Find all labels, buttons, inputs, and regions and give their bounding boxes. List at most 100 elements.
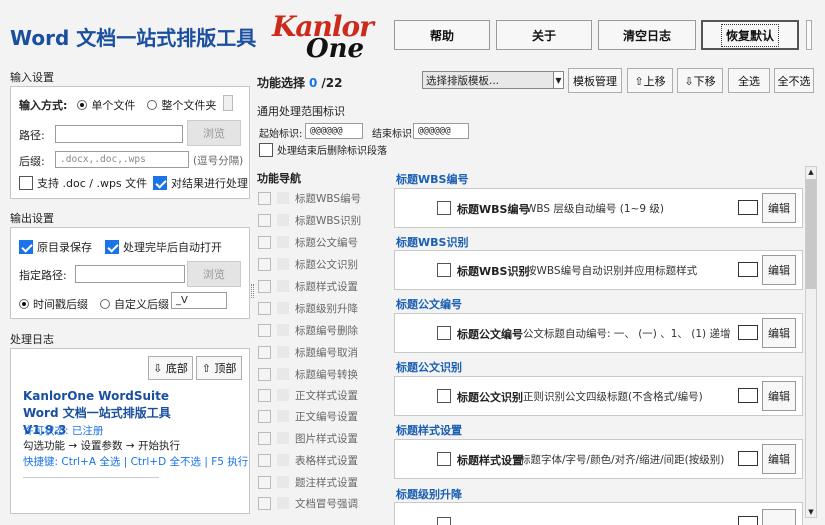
move-down-button[interactable]: ⇩下移 — [677, 68, 723, 93]
nav-checkbox[interactable] — [258, 191, 271, 205]
scroll-down-icon[interactable]: ▼ — [806, 507, 816, 517]
function-desc: 正则识别公文四级标题(不含格式/编号) — [523, 391, 703, 403]
log-license-line: 许可状态: 已注册 — [23, 425, 104, 437]
edit-button[interactable]: 编辑 — [762, 255, 796, 285]
nav-item[interactable]: 标题编号取消 — [258, 342, 384, 362]
nav-item[interactable]: 标题编号删除 — [258, 320, 384, 340]
custom-suffix-label[interactable]: 自定义后缀 — [114, 296, 169, 312]
function-checkbox[interactable] — [437, 452, 451, 466]
function-checkbox[interactable] — [437, 517, 451, 525]
nav-item[interactable]: 正文编号设置 — [258, 406, 384, 426]
function-toggle[interactable] — [738, 262, 758, 277]
scroll-bottom-button[interactable]: ⇩ 底部 — [148, 356, 193, 380]
nav-checkbox[interactable] — [258, 409, 271, 423]
nav-checkbox[interactable] — [258, 213, 271, 227]
whole-folder-label[interactable]: 整个文件夹 — [161, 97, 216, 113]
suffix-input[interactable]: .docx,.doc,.wps — [55, 151, 189, 168]
nav-checkbox[interactable] — [258, 475, 271, 489]
process-result-checkbox[interactable] — [153, 176, 167, 190]
nav-checkbox[interactable] — [258, 345, 271, 359]
single-file-label[interactable]: 单个文件 — [91, 97, 135, 113]
function-toggle[interactable] — [738, 325, 758, 340]
nav-item[interactable]: 题注样式设置 — [258, 472, 384, 492]
function-name: 标题公文编号 — [457, 328, 523, 341]
edit-button[interactable]: 编辑 — [762, 444, 796, 474]
restore-default-button[interactable]: 恢复默认 — [701, 20, 799, 50]
nav-checkbox[interactable] — [258, 235, 271, 249]
edit-button[interactable] — [762, 509, 796, 525]
keep-dir-checkbox[interactable] — [19, 240, 33, 254]
nav-checkbox[interactable] — [258, 453, 271, 467]
function-checkbox[interactable] — [437, 263, 451, 277]
output-settings-title: 输出设置 — [10, 212, 54, 225]
move-up-button[interactable]: ⇧上移 — [627, 68, 673, 93]
select-all-button[interactable]: 全选 — [728, 68, 770, 93]
delete-marks-checkbox[interactable] — [259, 142, 273, 157]
path-input[interactable] — [55, 125, 183, 143]
nav-checkbox[interactable] — [258, 367, 271, 381]
nav-item[interactable]: 标题WBS识别 — [258, 210, 384, 230]
function-name: 标题样式设置 — [457, 454, 523, 467]
nav-item[interactable]: 标题编号转换 — [258, 364, 384, 384]
help-button[interactable]: 帮助 — [394, 20, 490, 50]
edit-button[interactable]: 编辑 — [762, 381, 796, 411]
template-select-value: 选择排版模板... — [426, 74, 500, 87]
nav-item[interactable]: 标题WBS编号 — [258, 188, 384, 208]
edit-button[interactable]: 编辑 — [762, 193, 796, 223]
support-doc-checkbox[interactable] — [19, 176, 33, 190]
nav-checkbox[interactable] — [258, 496, 271, 510]
whole-folder-radio[interactable] — [147, 100, 158, 110]
scroll-thumb[interactable] — [806, 179, 816, 289]
nav-item[interactable]: 文档冒号强调 — [258, 493, 384, 513]
clear-log-button[interactable]: 清空日志 — [598, 20, 696, 50]
nav-item[interactable]: 表格样式设置 — [258, 450, 384, 470]
panel-splitter[interactable] — [251, 284, 254, 298]
nav-item[interactable]: 标题公文编号 — [258, 232, 384, 252]
browse-output-button[interactable]: 浏览 — [187, 261, 241, 287]
scroll-up-icon[interactable]: ▲ — [806, 167, 816, 177]
nav-checkbox[interactable] — [258, 431, 271, 445]
support-doc-label[interactable]: 支持 .doc / .wps 文件 — [37, 175, 147, 191]
end-mark-input[interactable]: @@@@@@ — [413, 123, 469, 139]
function-checkbox[interactable] — [437, 201, 451, 215]
start-mark-input[interactable]: @@@@@@ — [305, 123, 363, 139]
auto-open-label[interactable]: 处理完毕后自动打开 — [123, 239, 222, 255]
function-toggle[interactable] — [738, 388, 758, 403]
function-checkbox[interactable] — [437, 389, 451, 403]
auto-open-checkbox[interactable] — [105, 240, 119, 254]
function-toggle[interactable] — [738, 451, 758, 466]
delete-marks-label[interactable]: 处理结束后删除标识段落 — [277, 142, 387, 157]
nav-checkbox[interactable] — [258, 257, 271, 271]
keep-dir-label[interactable]: 原目录保存 — [37, 239, 92, 255]
nav-item[interactable]: 标题样式设置 — [258, 276, 384, 296]
about-button[interactable]: 关于 — [496, 20, 592, 50]
nav-item[interactable]: 标题公文识别 — [258, 254, 384, 274]
timestamp-radio[interactable] — [19, 299, 29, 309]
nav-checkbox[interactable] — [258, 323, 271, 337]
custom-suffix-radio[interactable] — [100, 299, 110, 309]
process-result-label[interactable]: 对结果进行处理 — [171, 175, 248, 191]
browse-input-button[interactable]: 浏览 — [187, 120, 241, 146]
single-file-radio[interactable] — [77, 100, 88, 110]
header-edge — [806, 20, 812, 50]
function-scrollbar[interactable]: ▲ ▼ — [805, 166, 817, 518]
scroll-top-button[interactable]: ⇧ 顶部 — [196, 356, 242, 380]
nav-item[interactable]: 标题级别升降 — [258, 298, 384, 318]
nav-indicator — [277, 280, 289, 292]
nav-item[interactable]: 图片样式设置 — [258, 428, 384, 448]
timestamp-label[interactable]: 时间戳后缀 — [33, 296, 88, 312]
nav-item[interactable]: 正文样式设置 — [258, 385, 384, 405]
function-checkbox[interactable] — [437, 326, 451, 340]
nav-indicator — [277, 324, 289, 336]
nav-checkbox[interactable] — [258, 279, 271, 293]
custom-suffix-input[interactable]: _V — [171, 292, 227, 309]
nav-checkbox[interactable] — [258, 388, 271, 402]
template-manage-button[interactable]: 模板管理 — [568, 68, 622, 93]
template-select[interactable]: 选择排版模板... ▼ — [422, 71, 564, 89]
output-path-input[interactable] — [75, 265, 185, 283]
function-toggle[interactable] — [738, 516, 758, 525]
function-toggle[interactable] — [738, 200, 758, 215]
edit-button[interactable]: 编辑 — [762, 318, 796, 348]
select-none-button[interactable]: 全不选 — [774, 68, 814, 93]
nav-checkbox[interactable] — [258, 301, 271, 315]
